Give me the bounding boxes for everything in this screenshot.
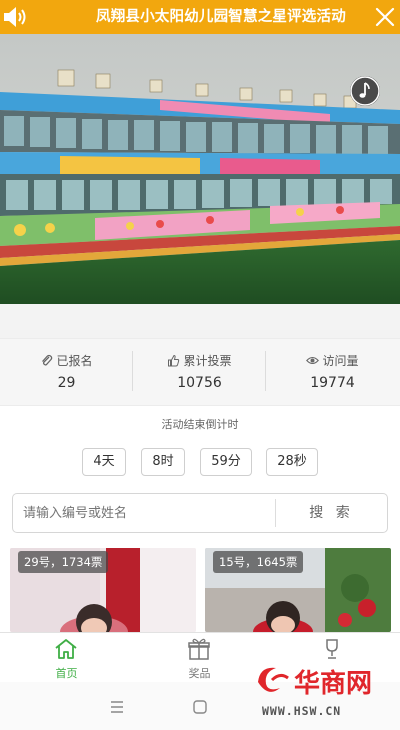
paperclip-icon xyxy=(42,354,53,366)
stat-value: 19774 xyxy=(310,375,355,391)
stat-label: 已报名 xyxy=(56,354,93,368)
contestant-card[interactable]: 15号，1645票 xyxy=(205,548,391,632)
eye-icon xyxy=(306,356,320,365)
tab-prizes[interactable]: 奖品 xyxy=(133,633,266,683)
menu-icon[interactable] xyxy=(110,701,124,713)
watermark: 华商网 WWW.HSW.CN xyxy=(250,658,390,720)
kindergarten-building-photo xyxy=(0,34,400,304)
tab-label: 奖品 xyxy=(188,667,211,680)
search-button[interactable]: 搜 索 xyxy=(276,494,387,532)
stat-value: 29 xyxy=(57,375,76,391)
countdown-seconds: 28秒 xyxy=(266,448,318,476)
tab-label: 首页 xyxy=(55,667,78,680)
contestant-card[interactable]: 29号，1734票 xyxy=(10,548,196,632)
countdown-minutes: 59分 xyxy=(200,448,252,476)
tab-home[interactable]: 首页 xyxy=(0,633,133,683)
music-note-icon[interactable] xyxy=(350,76,380,106)
countdown-title: 活动结束倒计时 xyxy=(161,418,239,431)
contestant-tag: 15号，1645票 xyxy=(213,551,304,573)
hero-photo xyxy=(0,34,400,304)
top-banner: 凤翔县小太阳幼儿园智慧之星评选活动 xyxy=(0,0,400,34)
stat-votes: 累计投票 10756 xyxy=(133,339,266,407)
home-icon xyxy=(55,639,77,659)
spacer xyxy=(0,304,400,338)
contestant-tag: 29号，1734票 xyxy=(18,551,109,573)
stat-registered: 已报名 29 xyxy=(0,339,133,407)
countdown-hours: 8时 xyxy=(141,448,185,476)
home-button-icon[interactable] xyxy=(193,700,207,714)
watermark-url: WWW.HSW.CN xyxy=(262,704,342,718)
banner-title: 凤翔县小太阳幼儿园智慧之星评选活动 xyxy=(96,9,346,25)
stat-label: 访问量 xyxy=(322,354,359,368)
speaker-icon[interactable] xyxy=(2,5,28,29)
search-bar: 搜 索 xyxy=(12,493,388,533)
stat-label: 累计投票 xyxy=(183,354,232,368)
gift-icon xyxy=(188,638,210,660)
watermark-logo-text: 华商网 xyxy=(294,668,372,699)
hsw-logo: 华商网 xyxy=(258,667,372,699)
stats-panel: 已报名 29 累计投票 10756 访问量 19774 xyxy=(0,338,400,406)
close-icon[interactable] xyxy=(374,6,396,28)
countdown-days: 4天 xyxy=(82,448,126,476)
stat-value: 10756 xyxy=(177,375,222,391)
search-input[interactable] xyxy=(23,494,273,532)
stat-visits: 访问量 19774 xyxy=(266,339,399,407)
thumbs-up-icon xyxy=(168,354,180,367)
